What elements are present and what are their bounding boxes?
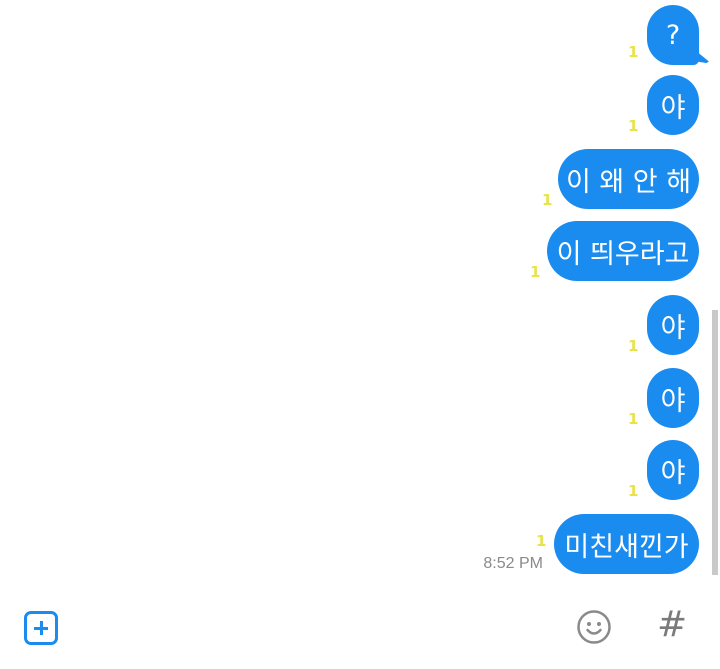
message-text: 야 — [660, 92, 686, 124]
unread-count: 1 — [530, 263, 541, 281]
message-text: 이 띄우라고 — [556, 238, 690, 270]
message-bubble[interactable]: 야 — [647, 368, 699, 428]
smiley-icon[interactable] — [576, 609, 612, 645]
message-text: 이 왜 안 해 — [565, 166, 692, 198]
unread-count: 1 — [628, 117, 639, 135]
plus-square-icon[interactable] — [24, 611, 58, 645]
message-text: 미친새낀가 — [564, 531, 689, 563]
message-bubble[interactable]: 야 — [647, 75, 699, 135]
unread-count: 1 — [542, 191, 553, 209]
message-text: ? — [665, 19, 681, 51]
unread-count: 1 — [628, 43, 639, 61]
message-text: 야 — [660, 312, 686, 344]
message-bubble[interactable]: 야 — [647, 440, 699, 500]
unread-count: 1 — [628, 410, 639, 428]
message-bubble[interactable]: 이 띄우라고 — [547, 221, 699, 281]
scrollbar[interactable] — [712, 310, 718, 575]
message-bubble[interactable]: 미친새낀가 — [554, 514, 699, 574]
unread-count: 1 — [628, 337, 639, 355]
unread-count: 1 — [536, 532, 547, 550]
unread-count: 1 — [628, 482, 639, 500]
input-toolbar: # — [0, 595, 720, 669]
message-bubble[interactable]: 이 왜 안 해 — [558, 149, 699, 209]
message-text: 야 — [660, 385, 686, 417]
message-bubble[interactable]: 야 — [647, 295, 699, 355]
hashtag-button[interactable]: # — [657, 603, 687, 647]
message-text: 야 — [660, 457, 686, 489]
chat-area[interactable]: ? 1 야 1 이 왜 안 해 1 이 띄우라고 1 야 1 야 1 야 1 미… — [0, 0, 720, 590]
message-timestamp: 8:52 PM — [483, 555, 543, 572]
